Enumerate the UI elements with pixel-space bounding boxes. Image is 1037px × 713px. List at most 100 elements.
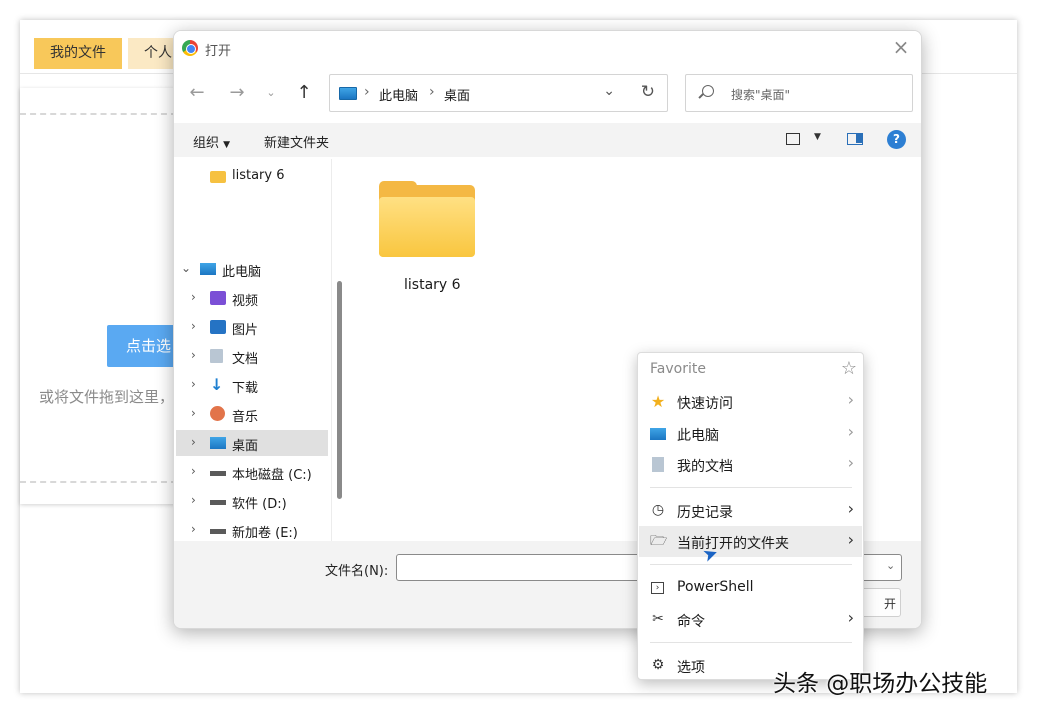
- chevron-down-icon[interactable]: ⌄: [886, 559, 895, 572]
- back-arrow-icon[interactable]: ←: [186, 81, 208, 105]
- view-mode-icon[interactable]: [786, 133, 800, 145]
- dialog-title: 打开: [205, 44, 232, 59]
- sidebar-item-label: listary 6: [232, 168, 285, 183]
- sidebar-item-desktop[interactable]: › 桌面: [176, 430, 328, 456]
- sidebar-item-documents[interactable]: › 文档: [176, 343, 328, 369]
- sidebar-item-label: 此电脑: [222, 265, 262, 280]
- menu-item-label: 我的文档: [677, 459, 733, 475]
- caret-down-icon: ▼: [223, 140, 231, 150]
- preview-pane-icon[interactable]: [847, 133, 863, 145]
- forward-arrow-icon[interactable]: →: [226, 81, 248, 105]
- chevron-right-icon: ›: [847, 608, 854, 627]
- sidebar-item-drive-d[interactable]: › 软件 (D:): [176, 488, 328, 514]
- up-arrow-icon[interactable]: ↑: [293, 81, 315, 105]
- chevron-right-icon[interactable]: ›: [191, 464, 196, 478]
- chrome-icon: [182, 40, 198, 56]
- pane-divider: [331, 159, 332, 541]
- menu-item-this-pc[interactable]: 此电脑 ›: [639, 418, 862, 449]
- document-icon: [210, 349, 223, 363]
- command-bar: 组织 ▼ 新建文件夹 ▼ ?: [174, 123, 921, 157]
- star-outline-icon[interactable]: ☆: [841, 358, 857, 379]
- chevron-right-icon: ›: [847, 390, 854, 409]
- menu-item-label: 选项: [677, 660, 705, 676]
- breadcrumb-desktop[interactable]: 桌面: [444, 85, 470, 104]
- music-icon: [210, 406, 225, 421]
- page-tabs: 我的文件 个人: [34, 38, 188, 69]
- drive-icon: [210, 471, 226, 476]
- menu-item-commands[interactable]: ✂ 命令 ›: [639, 604, 862, 635]
- caret-down-icon[interactable]: ▼: [814, 132, 821, 142]
- sidebar-item-label: 软件 (D:): [232, 497, 287, 512]
- file-item-label[interactable]: listary 6: [404, 277, 461, 293]
- breadcrumb-separator-icon: ›: [429, 84, 435, 100]
- chevron-right-icon[interactable]: ›: [191, 319, 196, 333]
- address-bar[interactable]: › 此电脑 › 桌面 ⌄ ↻: [329, 74, 668, 112]
- menu-item-label: 快速访问: [677, 396, 733, 412]
- chevron-right-icon[interactable]: ›: [191, 290, 196, 304]
- desktop-icon: [210, 437, 226, 449]
- sidebar-item-music[interactable]: › 音乐: [176, 401, 328, 427]
- sidebar-item-label: 桌面: [232, 439, 259, 454]
- drop-hint: 或将文件拖到这里，: [39, 388, 175, 406]
- refresh-icon[interactable]: ↻: [641, 82, 655, 102]
- sidebar-scrollbar[interactable]: [337, 281, 342, 499]
- menu-item-label: 历史记录: [677, 505, 733, 521]
- sidebar-item-label: 图片: [232, 323, 259, 338]
- chevron-right-icon[interactable]: ›: [191, 348, 196, 362]
- computer-icon: [650, 428, 666, 440]
- menu-header: Favorite: [650, 361, 706, 377]
- sidebar-item-downloads[interactable]: › ↓ 下载: [176, 372, 328, 398]
- folder-icon[interactable]: [379, 181, 475, 259]
- menu-item-quick-access[interactable]: ★ 快速访问 ›: [639, 386, 862, 417]
- recent-locations-chevron-icon[interactable]: ⌄: [260, 81, 282, 105]
- sidebar-item-this-pc[interactable]: ⌄ 此电脑: [176, 256, 328, 282]
- chevron-right-icon[interactable]: ›: [191, 435, 196, 449]
- dialog-titlebar: 打开 ×: [174, 31, 921, 65]
- download-icon: ↓: [210, 375, 224, 394]
- sidebar-item-pictures[interactable]: › 图片: [176, 314, 328, 340]
- drive-icon: [210, 529, 226, 534]
- chevron-right-icon[interactable]: ›: [191, 522, 196, 536]
- sidebar-item-drive-c[interactable]: › 本地磁盘 (C:): [176, 459, 328, 485]
- chevron-right-icon[interactable]: ›: [191, 493, 196, 507]
- sidebar-item-label: 视频: [232, 294, 259, 309]
- chevron-right-icon: ›: [847, 499, 854, 518]
- breadcrumb-this-pc[interactable]: 此电脑: [379, 85, 418, 104]
- sidebar-item-label: 下载: [232, 381, 259, 396]
- close-icon[interactable]: ×: [891, 37, 911, 57]
- search-box[interactable]: 搜索"桌面": [685, 74, 913, 112]
- menu-item-label: 此电脑: [677, 428, 719, 444]
- settings-icon: ⚙: [651, 657, 665, 673]
- listary-menu: Favorite ☆ ★ 快速访问 › 此电脑 › 我的文档 › ◷ 历史记录 …: [637, 352, 864, 680]
- filename-label: 文件名(N):: [325, 564, 389, 579]
- tab-my-files[interactable]: 我的文件: [34, 38, 122, 69]
- sidebar-item-listary-6[interactable]: listary 6: [176, 163, 328, 189]
- sidebar-item-drive-e[interactable]: › 新加卷 (E:): [176, 517, 328, 543]
- menu-item-powershell[interactable]: › PowerShell: [639, 572, 862, 603]
- chevron-right-icon: ›: [847, 530, 854, 549]
- new-folder-button[interactable]: 新建文件夹: [264, 132, 329, 151]
- history-icon: ◷: [651, 502, 665, 518]
- organize-button[interactable]: 组织 ▼: [193, 132, 230, 151]
- sidebar-item-videos[interactable]: › 视频: [176, 285, 328, 311]
- folder-icon: [210, 171, 226, 183]
- sidebar-item-label: 新加卷 (E:): [232, 526, 298, 541]
- menu-item-history[interactable]: ◷ 历史记录 ›: [639, 495, 862, 526]
- menu-item-my-documents[interactable]: 我的文档 ›: [639, 449, 862, 480]
- address-dropdown-chevron-icon[interactable]: ⌄: [603, 83, 615, 99]
- help-icon[interactable]: ?: [887, 130, 906, 149]
- document-icon: [652, 457, 664, 472]
- chevron-right-icon[interactable]: ›: [191, 406, 196, 420]
- chevron-right-icon[interactable]: ›: [191, 377, 196, 391]
- menu-separator: [650, 642, 852, 643]
- breadcrumb-separator-icon: ›: [364, 84, 370, 100]
- menu-separator: [650, 487, 852, 488]
- organize-label: 组织: [193, 136, 220, 151]
- sidebar-item-label: 本地磁盘 (C:): [232, 468, 312, 483]
- chevron-down-icon[interactable]: ⌄: [181, 261, 191, 275]
- menu-item-current-folders[interactable]: 🗁 当前打开的文件夹 ›: [639, 526, 862, 557]
- star-icon: ★: [650, 392, 666, 411]
- tools-icon: ✂: [652, 611, 664, 627]
- desktop-icon: [339, 87, 357, 100]
- sidebar-item-label: 音乐: [232, 410, 259, 425]
